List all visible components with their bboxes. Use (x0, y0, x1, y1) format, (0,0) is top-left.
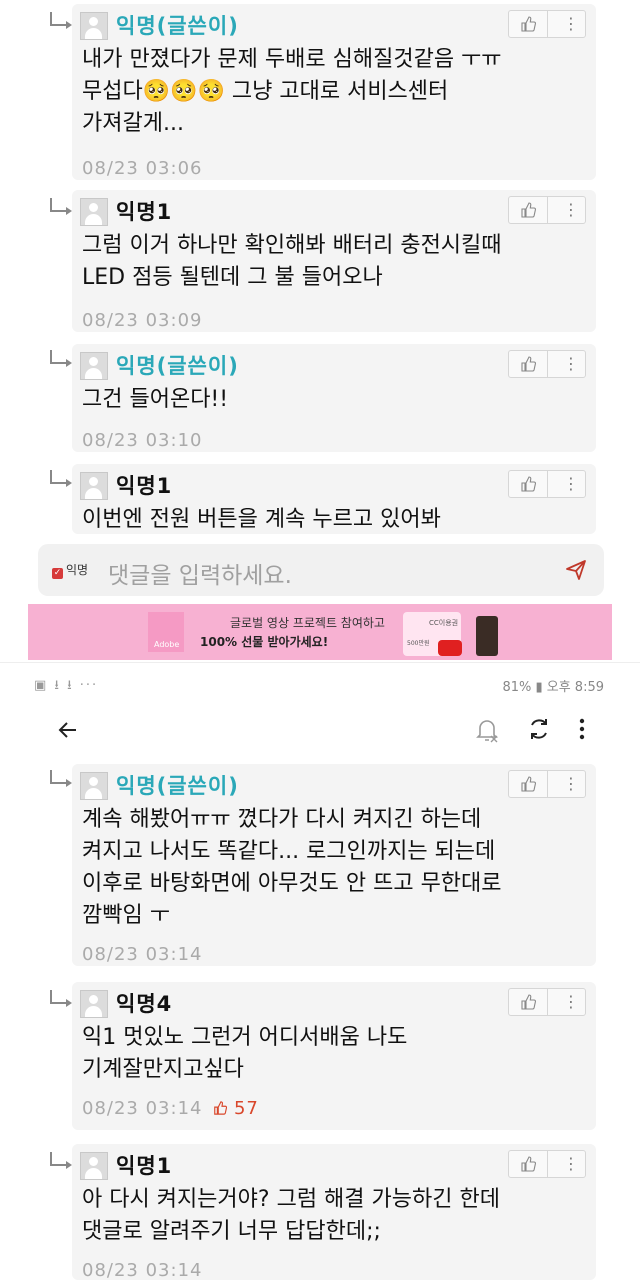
reply-arrow-icon (50, 770, 72, 787)
comment-author: 익명(글쓴이) (116, 774, 239, 798)
comment-timestamp: 08/23 03:09 (82, 310, 203, 330)
comment-text: 아 다시 켜지는거야? 그럼 해결 가능하긴 한데 댓글로 알려주기 너무 답답… (82, 1187, 500, 1244)
more-vertical-icon[interactable]: ⋮ (561, 775, 581, 793)
app-bar (0, 708, 640, 752)
reply-arrow-icon (50, 990, 72, 1007)
avatar (80, 772, 108, 800)
ad-line-1: 글로벌 영상 프로젝트 참여하고 (230, 616, 385, 630)
gift-sublabel: 500만원 (407, 640, 430, 647)
status-right: 81% ▮ 오후 8:59 (502, 680, 604, 695)
checkbox-icon: ✓ (52, 568, 63, 579)
divider (0, 662, 640, 663)
comment-author: 익명1 (116, 200, 173, 224)
more-vertical-icon[interactable]: ⋮ (561, 475, 581, 493)
comment-card: 익명1 ⋮ 아 다시 켜지는거야? 그럼 해결 가능하긴 한데 댓글로 알려주기… (72, 1144, 596, 1280)
avatar (80, 1152, 108, 1180)
comment-actions: ⋮ (508, 196, 586, 224)
comment-text: 그럼 이거 하나만 확인해봐 배터리 충전시킬때 LED 점등 될텐데 그 불 … (82, 233, 502, 290)
comment-card: 익명1 ⋮ 그럼 이거 하나만 확인해봐 배터리 충전시킬때 LED 점등 될텐… (72, 190, 596, 332)
comment-card: 익명1 ⋮ 이번엔 전원 버튼을 계속 누르고 있어봐 (72, 464, 596, 534)
anonymous-toggle[interactable]: ✓ 익명 (52, 561, 88, 579)
comment-text: 내가 만졌다가 문제 두배로 심해질것같음 ㅜㅠ 무섭다🥺🥺🥺 그냥 고대로 서… (82, 47, 502, 136)
anonymous-label: 익명 (66, 563, 89, 577)
comment-card: 익명(글쓴이) ⋮ 계속 해봤어ㅠㅠ 꼈다가 다시 켜지긴 하는데 켜지고 나서… (72, 764, 596, 966)
thumbs-up-icon[interactable] (520, 1156, 536, 1172)
comment-author: 익명4 (116, 992, 173, 1016)
comment-actions: ⋮ (508, 1150, 586, 1178)
comment-meta: 08/23 03:14 57 (82, 1098, 259, 1122)
thumbs-up-icon[interactable] (520, 776, 536, 792)
more-vertical-icon[interactable]: ⋮ (561, 201, 581, 219)
comment-card: 익명(글쓴이) ⋮ 그건 들어온다!! 08/23 03:10 (72, 344, 596, 452)
comment-input[interactable]: 댓글을 입력하세요. (108, 556, 292, 590)
ad-banner[interactable]: Adobe 글로벌 영상 프로젝트 참여하고 100% 선물 받아가세요! CC… (28, 604, 612, 660)
send-icon[interactable] (564, 558, 588, 582)
avatar (80, 352, 108, 380)
avatar (80, 198, 108, 226)
thumbs-up-icon[interactable] (520, 476, 536, 492)
comment-author: 익명(글쓴이) (116, 354, 239, 378)
comment-card: 익명(글쓴이) ⋮ 내가 만졌다가 문제 두배로 심해질것같음 ㅜㅠ 무섭다🥺🥺… (72, 4, 596, 180)
more-vertical-icon[interactable]: ⋮ (561, 993, 581, 1011)
thumbs-up-icon (214, 1101, 228, 1115)
avatar (80, 472, 108, 500)
comment-actions: ⋮ (508, 988, 586, 1016)
reply-arrow-icon (50, 1152, 72, 1169)
comment-author: 익명1 (116, 474, 173, 498)
coffee-cup-image (476, 616, 498, 656)
avatar (80, 990, 108, 1018)
thumbs-up-icon[interactable] (520, 994, 536, 1010)
like-count: 57 (233, 1098, 259, 1119)
thumbs-up-icon[interactable] (520, 356, 536, 372)
reply-arrow-icon (50, 198, 72, 215)
reply-arrow-icon (50, 12, 72, 29)
thumbs-up-icon[interactable] (520, 202, 536, 218)
comment-input-bar: ✓ 익명 댓글을 입력하세요. (38, 544, 604, 596)
gift-label: CC이용권 (429, 619, 459, 627)
youtube-icon (438, 640, 462, 656)
comment-text: 익1 멋있노 그런거 어디서배움 나도 기계잘만지고싶다 (82, 1025, 408, 1082)
comment-actions: ⋮ (508, 10, 586, 38)
back-arrow-icon[interactable] (56, 718, 80, 742)
more-vertical-icon[interactable] (572, 716, 592, 742)
comment-timestamp: 08/23 03:14 (82, 1098, 203, 1119)
comment-timestamp: 08/23 03:06 (82, 158, 203, 178)
comment-timestamp: 08/23 03:10 (82, 430, 203, 450)
more-vertical-icon[interactable]: ⋮ (561, 1155, 581, 1173)
notification-off-icon[interactable] (474, 716, 500, 744)
comment-timestamp: 08/23 03:14 (82, 944, 203, 964)
reply-arrow-icon (50, 470, 72, 487)
comment-card: 익명4 ⋮ 익1 멋있노 그런거 어디서배움 나도 기계잘만지고싶다 08/23… (72, 982, 596, 1130)
ad-line-2: 100% 선물 받아가세요! (200, 635, 329, 649)
comment-text: 이번엔 전원 버튼을 계속 누르고 있어봐 (82, 507, 441, 532)
comment-text: 계속 해봤어ㅠㅠ 꼈다가 다시 켜지긴 하는데 켜지고 나서도 똑같다... 로… (82, 807, 502, 928)
comment-actions: ⋮ (508, 470, 586, 498)
comment-author: 익명(글쓴이) (116, 14, 239, 38)
more-vertical-icon[interactable]: ⋮ (561, 15, 581, 33)
thumbs-up-icon[interactable] (520, 16, 536, 32)
adobe-label: Adobe (154, 640, 180, 649)
status-bar: ▣ ⭳ ⭳ ··· 81% ▮ 오후 8:59 (0, 672, 640, 700)
comment-actions: ⋮ (508, 350, 586, 378)
reply-arrow-icon (50, 350, 72, 367)
avatar (80, 12, 108, 40)
status-left-icons: ▣ ⭳ ⭳ ··· (34, 678, 99, 693)
comment-timestamp: 08/23 03:14 (82, 1260, 203, 1280)
more-vertical-icon[interactable]: ⋮ (561, 355, 581, 373)
comment-author: 익명1 (116, 1154, 173, 1178)
comment-actions: ⋮ (508, 770, 586, 798)
refresh-icon[interactable] (526, 716, 552, 742)
comment-text: 그건 들어온다!! (82, 387, 229, 412)
